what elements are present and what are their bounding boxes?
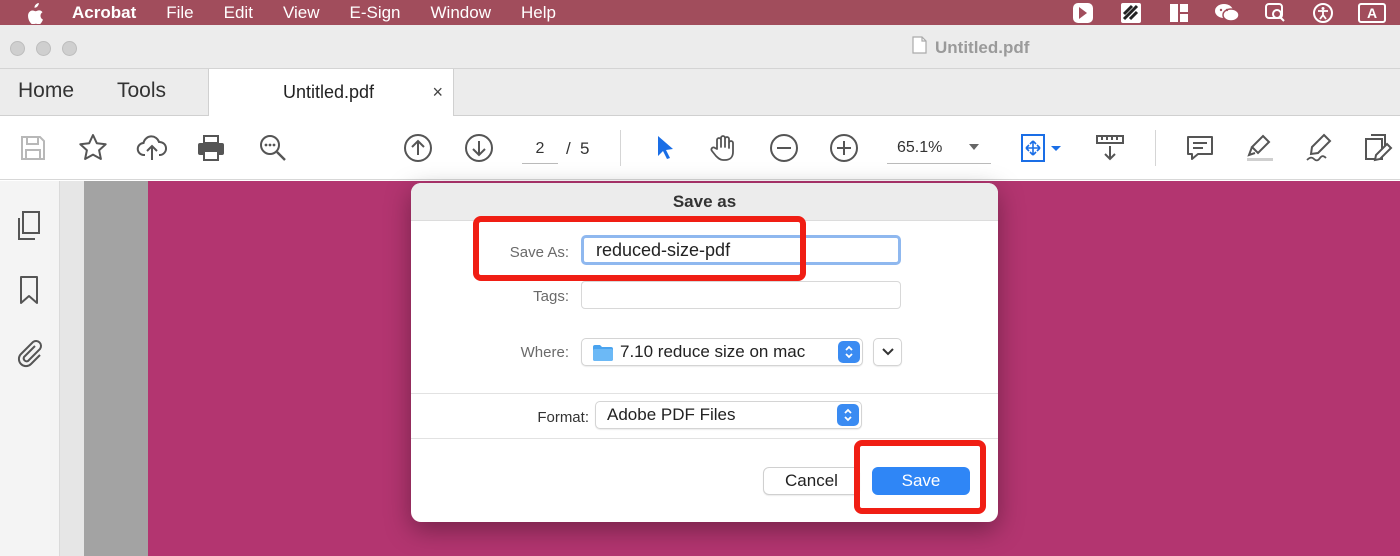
updown-chevron-icon <box>837 404 859 426</box>
zoom-level-select[interactable]: 65.1% <box>887 136 991 164</box>
location-value: 7.10 reduce size on mac <box>620 342 806 361</box>
chat-search-icon[interactable] <box>1262 2 1288 24</box>
next-page-icon[interactable] <box>462 131 496 165</box>
page-thumbnails-icon[interactable] <box>14 209 44 243</box>
where-label: Where: <box>520 344 569 361</box>
expand-dialog-button[interactable] <box>873 338 902 366</box>
format-select[interactable]: Adobe PDF Files <box>595 401 862 429</box>
page-gutter <box>60 181 84 556</box>
toolbar-divider <box>620 130 621 166</box>
window-title-text: Untitled.pdf <box>935 37 1030 57</box>
menu-help[interactable]: Help <box>521 0 556 25</box>
format-label: Format: <box>537 409 589 426</box>
divider <box>411 438 998 439</box>
layout-icon[interactable] <box>1166 2 1192 24</box>
menu-app-name[interactable]: Acrobat <box>72 0 136 25</box>
divider <box>411 393 998 394</box>
previous-page-icon[interactable] <box>401 131 435 165</box>
tab-bar: Home Tools Untitled.pdf × <box>0 69 1400 117</box>
location-select[interactable]: 7.10 reduce size on mac <box>581 338 863 366</box>
minimize-window-button[interactable] <box>36 41 51 56</box>
cloud-upload-icon[interactable] <box>135 131 169 165</box>
page-total: 5 <box>580 139 590 158</box>
toolbar: 2 / 5 65.1% <box>0 116 1400 180</box>
page-number-input[interactable]: 2 <box>522 138 558 164</box>
input-source-indicator[interactable]: A <box>1358 2 1386 23</box>
chevron-down-icon <box>881 348 894 356</box>
zoom-in-icon[interactable] <box>827 131 861 165</box>
previous-page-edge <box>84 181 148 556</box>
window-title-bar: Untitled.pdf <box>0 25 1400 69</box>
tags-label: Tags: <box>533 288 569 305</box>
qr-app-icon[interactable] <box>1118 2 1144 24</box>
highlight-box-filename <box>473 216 806 281</box>
menu-bar: Acrobat File Edit View E-Sign Window Hel… <box>0 0 1400 25</box>
comment-icon[interactable] <box>1183 131 1217 165</box>
page-fit-icon[interactable] <box>1018 131 1064 165</box>
close-tab-icon[interactable]: × <box>432 82 443 103</box>
page-separator: / <box>566 139 571 158</box>
toolbar-divider <box>1155 130 1156 166</box>
hand-tool-icon[interactable] <box>706 131 740 165</box>
tab-document-label: Untitled.pdf <box>283 82 375 102</box>
tab-tools[interactable]: Tools <box>117 79 166 103</box>
zoom-level-value: 65.1% <box>897 139 943 156</box>
acrobat-status-icon[interactable] <box>1070 2 1096 24</box>
apple-icon[interactable] <box>26 2 48 24</box>
accessibility-icon[interactable] <box>1310 2 1336 24</box>
star-icon[interactable] <box>76 131 110 165</box>
highlight-box-save <box>854 440 986 514</box>
tags-input[interactable] <box>581 281 901 309</box>
menu-status-area: A <box>1070 0 1386 25</box>
close-window-button[interactable] <box>10 41 25 56</box>
menu-file[interactable]: File <box>166 0 193 25</box>
tab-document[interactable]: Untitled.pdf × <box>208 69 454 117</box>
save-icon[interactable] <box>16 131 50 165</box>
sign-icon[interactable] <box>1303 131 1337 165</box>
document-icon <box>912 36 927 59</box>
zoom-out-icon[interactable] <box>767 131 801 165</box>
wechat-icon[interactable] <box>1214 2 1240 24</box>
bookmark-icon[interactable] <box>14 273 44 307</box>
edit-pdf-icon[interactable] <box>1361 131 1395 165</box>
left-navigation-rail <box>0 181 60 556</box>
format-value: Adobe PDF Files <box>607 405 736 424</box>
highlight-icon[interactable] <box>1243 131 1277 165</box>
zoom-window-button[interactable] <box>62 41 77 56</box>
menu-edit[interactable]: Edit <box>224 0 253 25</box>
cancel-button[interactable]: Cancel <box>763 467 860 495</box>
chevron-down-icon <box>969 144 979 150</box>
select-cursor-icon[interactable] <box>648 131 682 165</box>
window-title: Untitled.pdf <box>912 36 1029 59</box>
menu-window[interactable]: Window <box>431 0 491 25</box>
menu-view[interactable]: View <box>283 0 320 25</box>
folder-icon <box>592 344 614 367</box>
menu-esign[interactable]: E-Sign <box>349 0 400 25</box>
print-icon[interactable] <box>194 131 228 165</box>
tab-home[interactable]: Home <box>18 79 74 103</box>
updown-chevron-icon <box>838 341 860 363</box>
attachment-icon[interactable] <box>14 335 44 369</box>
search-icon[interactable] <box>256 131 290 165</box>
scroll-mode-icon[interactable] <box>1093 131 1127 165</box>
